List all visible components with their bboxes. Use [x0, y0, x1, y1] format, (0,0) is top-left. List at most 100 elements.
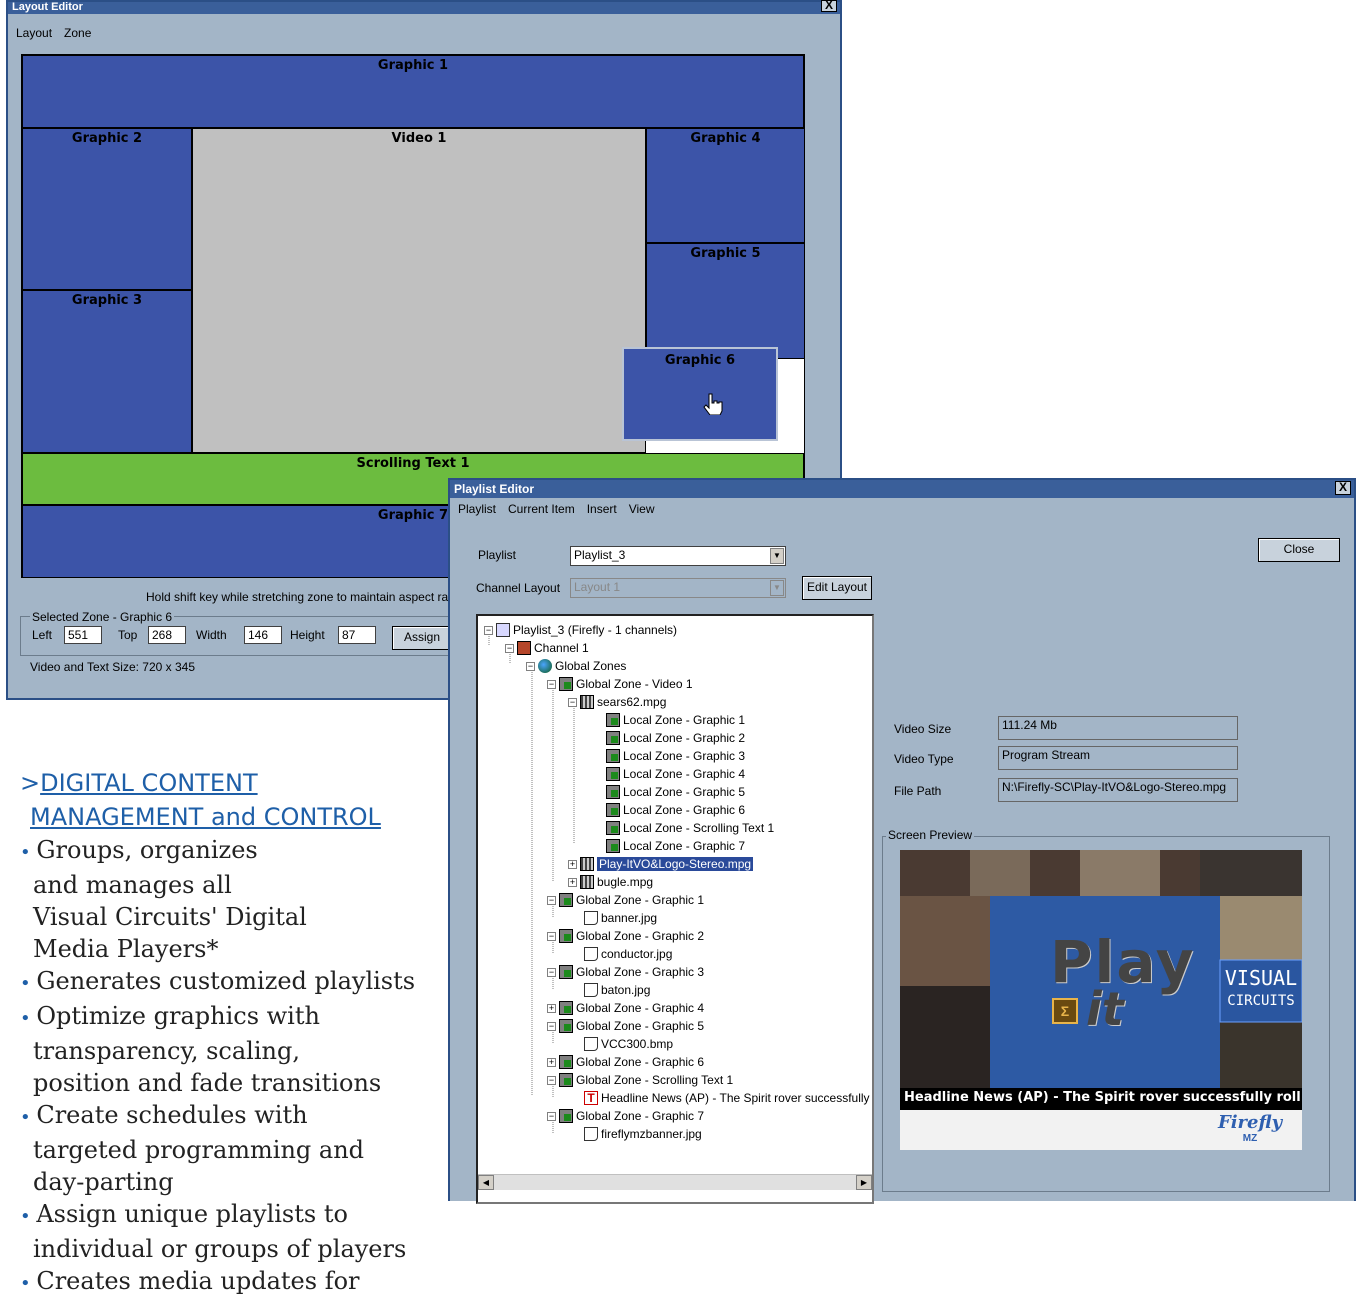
- collapse-icon[interactable]: −: [547, 1111, 556, 1121]
- hand-cursor-icon: [703, 393, 723, 416]
- menu-insert[interactable]: Insert: [587, 502, 617, 516]
- tree-item-label: fireflymzbanner.jpg: [601, 1127, 702, 1141]
- zone-graphic-3[interactable]: Graphic 3: [22, 290, 192, 453]
- menu-playlist[interactable]: Playlist: [458, 502, 496, 516]
- scroll-right-icon[interactable]: ▶: [856, 1175, 872, 1190]
- tree-item-file[interactable]: fireflymzbanner.jpg: [584, 1125, 702, 1143]
- playlist-tree[interactable]: − Playlist_3 (Firefly - 1 channels) − Chan…: [476, 614, 874, 1204]
- circuits-text: CIRCUITS: [1227, 993, 1295, 1009]
- menu-layout[interactable]: Layout: [16, 26, 52, 46]
- video-size-label: Video Size: [894, 722, 952, 736]
- firefly-logo: Firefly MZ: [1200, 1112, 1300, 1148]
- collapse-icon[interactable]: −: [547, 967, 556, 977]
- zone-icon: [559, 965, 573, 979]
- tree-item-label: Local Zone - Graphic 2: [623, 731, 746, 745]
- screen-preview-label: Screen Preview: [886, 828, 975, 842]
- tree-item-label: Global Zone - Graphic 2: [576, 929, 705, 943]
- tree-item-local-zone[interactable]: Local Zone - Scrolling Text 1: [606, 819, 774, 837]
- tree-item-zone[interactable]: + Global Zone - Graphic 4: [547, 999, 704, 1017]
- tree-item-zone[interactable]: − Global Zone - Video 1: [547, 675, 693, 693]
- width-field[interactable]: 146: [244, 626, 282, 644]
- tree-item-channel[interactable]: − Channel 1: [505, 639, 589, 657]
- tree-item-zone[interactable]: + Global Zone - Graphic 6: [547, 1053, 704, 1071]
- tree-item-playlist[interactable]: − Playlist_3 (Firefly - 1 channels): [484, 621, 677, 639]
- tree-item-local-zone[interactable]: Local Zone - Graphic 6: [606, 801, 745, 819]
- collapse-icon[interactable]: −: [547, 679, 556, 689]
- tree-item-global-zones[interactable]: − Global Zones: [526, 657, 626, 675]
- tree-item-zone[interactable]: − Global Zone - Scrolling Text 1: [547, 1071, 733, 1089]
- left-field[interactable]: 551: [64, 626, 102, 644]
- tree-item-file[interactable]: banner.jpg: [584, 909, 657, 927]
- collapse-icon[interactable]: −: [547, 1021, 556, 1031]
- tree-item-zone[interactable]: − Global Zone - Graphic 7: [547, 1107, 704, 1125]
- tree-item-file-selected[interactable]: + Play-ItVO&Logo-Stereo.mpg: [568, 855, 754, 873]
- mz-text: MZ: [1242, 1133, 1258, 1144]
- tree-item-zone[interactable]: − Global Zone - Graphic 2: [547, 927, 704, 945]
- tree-item-local-zone[interactable]: Local Zone - Graphic 3: [606, 747, 745, 765]
- tree-item-zone[interactable]: − Global Zone - Graphic 3: [547, 963, 704, 981]
- tree-item-local-zone[interactable]: Local Zone - Graphic 4: [606, 765, 745, 783]
- tree-item-label: Global Zone - Graphic 1: [576, 893, 705, 907]
- zone-icon: [559, 893, 573, 907]
- expand-icon[interactable]: +: [568, 877, 577, 887]
- collapse-icon[interactable]: −: [484, 625, 493, 635]
- edit-layout-button[interactable]: Edit Layout: [802, 576, 872, 600]
- zone-graphic-4[interactable]: Graphic 4: [646, 128, 805, 243]
- feature-item: Generates customized playlists: [20, 965, 420, 1000]
- close-button[interactable]: Close: [1258, 538, 1340, 562]
- expand-icon[interactable]: +: [568, 859, 577, 869]
- marketing-heading: >DIGITAL CONTENT MANAGEMENT and CONTROL: [20, 766, 420, 834]
- assign-button[interactable]: Assign: [392, 626, 452, 650]
- collapse-icon[interactable]: −: [505, 643, 514, 653]
- collapse-icon[interactable]: −: [526, 661, 535, 671]
- horizontal-scrollbar[interactable]: ◀ ▶: [478, 1174, 872, 1190]
- playlist-editor-titlebar[interactable]: Playlist Editor X: [450, 480, 1354, 498]
- zone-graphic-5[interactable]: Graphic 5: [646, 243, 805, 359]
- chevron-down-icon[interactable]: ▼: [770, 548, 784, 564]
- top-label: Top: [118, 628, 138, 642]
- close-icon[interactable]: X: [821, 0, 837, 12]
- zone-icon: [559, 677, 573, 691]
- tree-item-local-zone[interactable]: Local Zone - Graphic 5: [606, 783, 745, 801]
- playlist-select[interactable]: Playlist_3 ▼: [570, 546, 786, 566]
- zone-icon: [606, 767, 620, 781]
- tree-item-file[interactable]: conductor.jpg: [584, 945, 672, 963]
- tree-item-file[interactable]: − sears62.mpg: [568, 693, 666, 711]
- collapse-icon[interactable]: −: [547, 931, 556, 941]
- collapse-icon[interactable]: −: [547, 1075, 556, 1085]
- zone-graphic-6[interactable]: Graphic 6: [622, 347, 778, 441]
- tree-item-zone[interactable]: − Global Zone - Graphic 1: [547, 891, 704, 909]
- height-field[interactable]: 87: [338, 626, 376, 644]
- expand-icon[interactable]: +: [547, 1057, 556, 1067]
- tree-item-local-zone[interactable]: Local Zone - Graphic 7: [606, 837, 745, 855]
- tree-item-label: Headline News (AP) - The Spirit rover su…: [601, 1091, 870, 1105]
- tree-item-label: Local Zone - Graphic 5: [623, 785, 746, 799]
- zone-graphic-1[interactable]: Graphic 1: [22, 55, 804, 128]
- tree-item-label: Local Zone - Scrolling Text 1: [623, 821, 775, 835]
- tree-item-label: Local Zone - Graphic 1: [623, 713, 746, 727]
- tree-item-local-zone[interactable]: Local Zone - Graphic 1: [606, 711, 745, 729]
- tree-item-file[interactable]: VCC300.bmp: [584, 1035, 673, 1053]
- zone-graphic-2[interactable]: Graphic 2: [22, 128, 192, 290]
- layout-editor-titlebar[interactable]: Layout Editor X: [8, 0, 840, 14]
- scroll-left-icon[interactable]: ◀: [478, 1175, 494, 1190]
- zone-video-1[interactable]: Video 1: [192, 128, 646, 453]
- tree-item-file[interactable]: + bugle.mpg: [568, 873, 653, 891]
- height-label: Height: [290, 628, 325, 642]
- video-type-label: Video Type: [894, 752, 954, 766]
- tree-item-local-zone[interactable]: Local Zone - Graphic 2: [606, 729, 745, 747]
- menu-zone[interactable]: Zone: [64, 26, 91, 46]
- close-icon[interactable]: X: [1335, 481, 1351, 495]
- tree-item-file[interactable]: baton.jpg: [584, 981, 650, 999]
- playlist-editor-menubar: Playlist Current Item Insert View: [450, 498, 1354, 520]
- tree-item-zone[interactable]: − Global Zone - Graphic 5: [547, 1017, 704, 1035]
- collapse-icon[interactable]: −: [547, 895, 556, 905]
- tree-item-text[interactable]: T Headline News (AP) - The Spirit rover s…: [584, 1089, 870, 1107]
- aspect-ratio-hint: Hold shift key while stretching zone to …: [146, 590, 461, 604]
- menu-current-item[interactable]: Current Item: [508, 502, 575, 516]
- menu-view[interactable]: View: [629, 502, 655, 516]
- collapse-icon[interactable]: −: [568, 697, 577, 707]
- top-field[interactable]: 268: [148, 626, 186, 644]
- expand-icon[interactable]: +: [547, 1003, 556, 1013]
- playlist-icon: [496, 623, 510, 637]
